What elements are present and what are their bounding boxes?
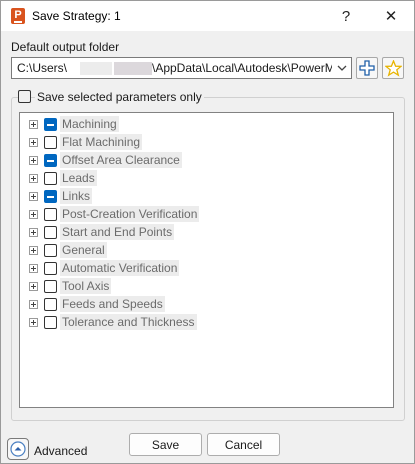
add-folder-button[interactable] (356, 57, 378, 79)
tree-item-label: Tool Axis (60, 278, 112, 294)
tree-item-label: Offset Area Clearance (60, 152, 182, 168)
star-icon (384, 59, 402, 77)
tree-checkbox[interactable] (44, 316, 57, 329)
expand-icon[interactable] (29, 174, 38, 183)
tree-item-offset-area-clearance[interactable]: Offset Area Clearance (20, 151, 393, 169)
chevron-down-icon[interactable] (335, 61, 349, 75)
expand-icon[interactable] (29, 264, 38, 273)
tree-item-machining[interactable]: Machining (20, 115, 393, 133)
tree-item-label: General (60, 242, 107, 258)
output-folder-label: Default output folder (11, 40, 120, 54)
tree-item-label: Automatic Verification (60, 260, 180, 276)
expand-icon[interactable] (29, 300, 38, 309)
save-strategy-dialog: P Save Strategy: 1 ? ✕ Default output fo… (0, 0, 415, 464)
save-selected-label[interactable]: Save selected parameters only (35, 90, 204, 104)
tree-item-flat-machining[interactable]: Flat Machining (20, 133, 393, 151)
tree-checkbox[interactable] (44, 172, 57, 185)
expand-icon[interactable] (29, 138, 38, 147)
tree-item-leads[interactable]: Leads (20, 169, 393, 187)
tree-item-tool-axis[interactable]: Tool Axis (20, 277, 393, 295)
expand-icon[interactable] (29, 120, 38, 129)
chevron-up-icon (10, 441, 26, 457)
redacted-username-block (80, 62, 112, 75)
tree-item-feeds-and-speeds[interactable]: Feeds and Speeds (20, 295, 393, 313)
window-title: Save Strategy: 1 (32, 9, 121, 23)
tree-item-links[interactable]: Links (20, 187, 393, 205)
output-folder-combo[interactable]: C:\Users\ \AppData\Local\Autodesk\PowerM… (11, 57, 352, 79)
tree-checkbox[interactable] (44, 262, 57, 275)
powermill-app-icon: P (11, 8, 25, 24)
tree-checkbox[interactable] (44, 244, 57, 257)
help-button[interactable]: ? (323, 1, 369, 31)
tree-item-general[interactable]: General (20, 241, 393, 259)
path-end-text: \AppData\Local\Autodesk\PowerMill\ (152, 61, 332, 75)
advanced-toggle-button[interactable] (7, 438, 29, 460)
tree-checkbox[interactable] (44, 154, 57, 167)
save-button[interactable]: Save (129, 433, 202, 456)
expand-icon[interactable] (29, 318, 38, 327)
parameters-tree[interactable]: Machining Flat Machining Offset Area Cle… (19, 112, 394, 408)
save-selected-checkbox[interactable] (18, 90, 31, 103)
path-start-text: C:\Users\ (17, 61, 68, 75)
close-button[interactable]: ✕ (368, 1, 414, 31)
tree-item-label: Tolerance and Thickness (60, 314, 197, 330)
expand-icon[interactable] (29, 192, 38, 201)
tree-checkbox[interactable] (44, 118, 57, 131)
tree-checkbox[interactable] (44, 280, 57, 293)
expand-icon[interactable] (29, 246, 38, 255)
tree-item-label: Post-Creation Verification (60, 206, 200, 222)
tree-item-post-creation-verification[interactable]: Post-Creation Verification (20, 205, 393, 223)
tree-item-label: Flat Machining (60, 134, 143, 150)
tree-item-label: Links (60, 188, 93, 204)
tree-item-automatic-verification[interactable]: Automatic Verification (20, 259, 393, 277)
expand-icon[interactable] (29, 156, 38, 165)
tree-item-label: Start and End Points (60, 224, 175, 240)
tree-item-tolerance-and-thickness[interactable]: Tolerance and Thickness (20, 313, 393, 331)
tree-item-label: Leads (60, 170, 97, 186)
expand-icon[interactable] (29, 228, 38, 237)
tree-item-label: Machining (60, 116, 119, 132)
expand-icon[interactable] (29, 282, 38, 291)
tree-checkbox[interactable] (44, 136, 57, 149)
plus-cross-icon (359, 60, 375, 76)
title-bar: P Save Strategy: 1 ? ✕ (1, 1, 414, 31)
tree-checkbox[interactable] (44, 226, 57, 239)
redacted-username-block (114, 62, 152, 75)
expand-icon[interactable] (29, 210, 38, 219)
tree-item-label: Feeds and Speeds (60, 296, 165, 312)
output-folder-path[interactable]: C:\Users\ \AppData\Local\Autodesk\PowerM… (17, 61, 332, 75)
favorite-folder-button[interactable] (382, 57, 404, 79)
tree-checkbox[interactable] (44, 298, 57, 311)
advanced-label[interactable]: Advanced (34, 444, 87, 458)
tree-checkbox[interactable] (44, 190, 57, 203)
cancel-button[interactable]: Cancel (207, 433, 280, 456)
tree-item-start-and-end-points[interactable]: Start and End Points (20, 223, 393, 241)
tree-checkbox[interactable] (44, 208, 57, 221)
